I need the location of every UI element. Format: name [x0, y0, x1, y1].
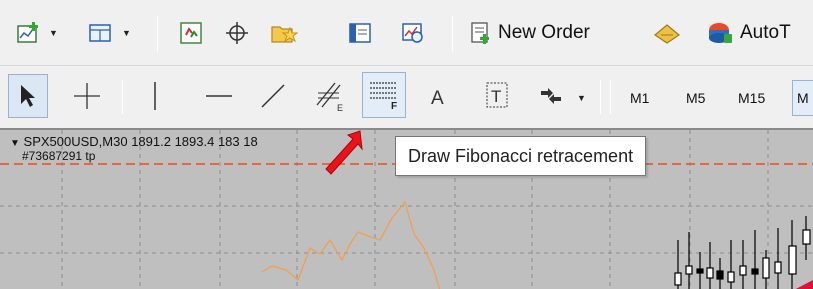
- profiles-button[interactable]: [86, 18, 116, 48]
- new-chart-icon: [17, 22, 38, 43]
- market-watch-icon: [180, 22, 202, 44]
- arrows-icon: [541, 88, 561, 104]
- terminal-button[interactable]: [345, 18, 375, 48]
- svg-text:T: T: [491, 87, 501, 106]
- cursor-button[interactable]: [8, 74, 48, 118]
- text-icon: A: [431, 88, 444, 108]
- metaeditor-button[interactable]: [651, 18, 683, 48]
- price-pointer: [795, 280, 813, 289]
- toolbar-separator: [157, 16, 158, 52]
- chart-symbol-prices: SPX500USD,M30 1891.2 1893.4 18: [23, 134, 233, 149]
- equidistant-channel-button[interactable]: E: [310, 76, 350, 116]
- crosshair-button[interactable]: [222, 18, 252, 48]
- toolbar-grip: [610, 80, 611, 114]
- fibonacci-retracement-button[interactable]: F: [362, 72, 406, 118]
- toolbar-separator: [122, 80, 123, 114]
- horizontal-line-icon: [206, 95, 232, 97]
- trendline-button[interactable]: [256, 78, 290, 114]
- strategy-tester-icon: [402, 23, 423, 43]
- svg-text:E: E: [337, 103, 343, 113]
- text-label-icon: T: [486, 82, 508, 108]
- svg-text:A: A: [431, 88, 444, 108]
- new-order-button[interactable]: New Order: [470, 18, 590, 48]
- autotrading-icon: [709, 23, 732, 43]
- terminal-icon: [349, 23, 371, 43]
- toolbar-separator: [600, 80, 601, 114]
- line-studies-toolbar: E F A T ▼ M1 M5 M15 M: [0, 66, 813, 128]
- svg-text:F: F: [391, 101, 397, 112]
- strategy-tester-button[interactable]: [398, 18, 428, 48]
- red-arrow-icon: [325, 130, 363, 175]
- navigator-button[interactable]: [268, 18, 300, 48]
- text-button[interactable]: A: [424, 78, 454, 114]
- autotrading-button[interactable]: AutoT: [706, 18, 791, 48]
- chart-collapse-icon[interactable]: ▼: [10, 138, 20, 149]
- timeframe-m1-button[interactable]: M1: [630, 90, 649, 106]
- horizontal-line-button[interactable]: [202, 78, 236, 114]
- order-tp-label: #73687291 tp: [22, 149, 96, 163]
- toolbar-separator: [452, 16, 453, 52]
- equidistant-channel-icon: E: [316, 82, 343, 113]
- crosshair-tool-button[interactable]: [70, 78, 104, 114]
- chart-info-tail: 3 18: [232, 134, 258, 149]
- tooltip-draw-fibonacci: Draw Fibonacci retracement: [395, 136, 647, 176]
- main-toolbar: ▼ ▼ New Order AutoT: [0, 0, 813, 66]
- cursor-icon: [21, 85, 35, 107]
- crosshair-tool-icon: [74, 83, 100, 109]
- navigator-icon: [271, 26, 298, 43]
- market-watch-button[interactable]: [176, 18, 206, 48]
- fibonacci-icon: F: [370, 82, 397, 112]
- arrows-button[interactable]: [534, 78, 568, 114]
- timeframe-m5-button[interactable]: M5: [686, 90, 705, 106]
- new-order-icon: [471, 22, 489, 44]
- timeframe-m30-button[interactable]: M: [792, 80, 813, 116]
- profiles-dropdown-icon[interactable]: ▼: [122, 28, 131, 38]
- new-chart-button[interactable]: [14, 18, 44, 48]
- new-chart-dropdown-icon[interactable]: ▼: [49, 28, 58, 38]
- text-label-button[interactable]: T: [480, 76, 514, 114]
- new-order-label: New Order: [498, 22, 590, 43]
- autotrading-label: AutoT: [740, 22, 791, 43]
- candlesticks: [674, 216, 811, 289]
- vertical-line-button[interactable]: [140, 78, 170, 114]
- crosshair-icon: [226, 22, 248, 44]
- timeframe-m15-button[interactable]: M15: [738, 90, 765, 106]
- metaeditor-icon: [653, 24, 681, 44]
- profiles-icon: [89, 24, 111, 42]
- arrows-dropdown-icon[interactable]: ▼: [577, 93, 586, 103]
- chart-info-label: ▼ SPX500USD,M30 1891.2 1893.4 183 18: [10, 134, 258, 149]
- vertical-line-icon: [154, 82, 156, 110]
- trendline-icon: [261, 84, 285, 108]
- price-line: [261, 200, 441, 289]
